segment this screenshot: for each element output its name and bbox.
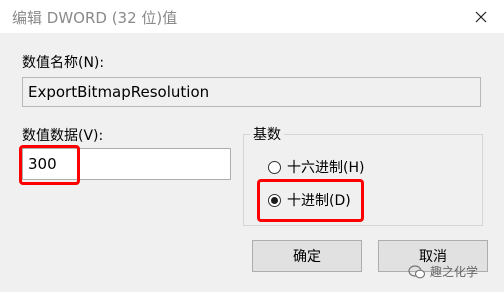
close-button[interactable] xyxy=(458,0,504,33)
radio-unchecked-icon xyxy=(268,160,281,174)
window-title: 编辑 DWORD (32 位)值 xyxy=(12,9,178,27)
radio-hexadecimal[interactable]: 十六进制(H) xyxy=(268,157,364,177)
watermark: 趣之化学 xyxy=(408,263,478,280)
value-data-highlight xyxy=(19,145,80,185)
ok-button[interactable]: 确定 xyxy=(252,240,362,272)
watermark-text: 趣之化学 xyxy=(430,265,479,279)
radio-hexadecimal-label: 十六进制(H) xyxy=(287,160,365,176)
value-data-label: 数值数据(V): xyxy=(22,128,104,144)
close-icon xyxy=(475,11,487,22)
value-name-field: ExportBitmapResolution xyxy=(22,77,481,107)
base-group-title: 基数 xyxy=(250,124,284,144)
value-name-label: 数值名称(N): xyxy=(22,55,105,71)
wechat-icon xyxy=(408,264,426,278)
decimal-highlight xyxy=(257,179,364,222)
